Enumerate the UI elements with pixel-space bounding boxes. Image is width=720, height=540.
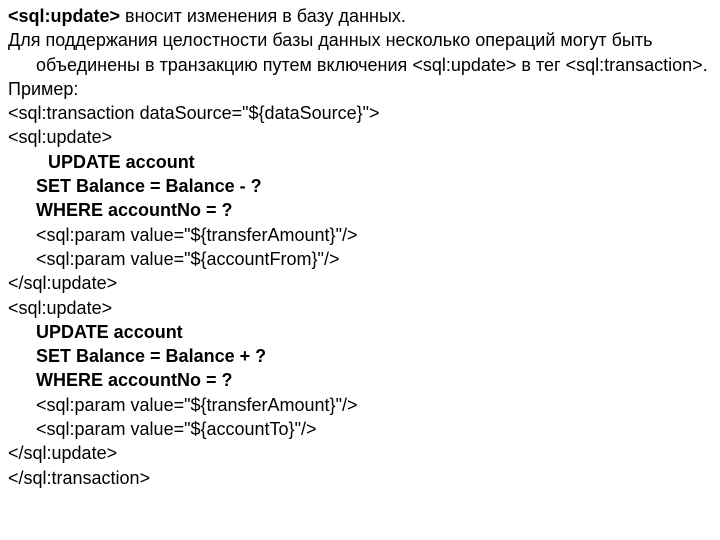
sql-update-inline: <sql:update> [412,55,516,75]
intro-line-1: <sql:update> вносит изменения в базу дан… [8,4,712,28]
sql-update-account-2: UPDATE account [36,322,183,342]
code-update1-line2: SET Balance = Balance - ? [8,174,712,198]
sql-where-2: WHERE accountNo = ? [36,370,233,390]
code-update2-line3: WHERE accountNo = ? [8,368,712,392]
code-update-open-1: <sql:update> [8,125,712,149]
code-update1-line3: WHERE accountNo = ? [8,198,712,222]
intro-text-2c: в тег [516,55,565,75]
intro-text-1: вносит изменения в базу данных. [120,6,406,26]
code-update2-line1: UPDATE account [8,320,712,344]
code-update-open-2: <sql:update> [8,296,712,320]
code-transaction-close: </sql:transaction> [8,466,712,490]
sql-set-plus: SET Balance = Balance + ? [36,346,266,366]
sql-update-tag: <sql:update> [8,6,120,26]
intro-line-2: Для поддержания целостности базы данных … [8,28,712,77]
code-update1-line1: UPDATE account [8,150,712,174]
code-param-amount-2: <sql:param value="${transferAmount}"/> [8,393,712,417]
code-update2-line2: SET Balance = Balance + ? [8,344,712,368]
code-update-close-1: </sql:update> [8,271,712,295]
sql-set-minus: SET Balance = Balance - ? [36,176,262,196]
code-param-amount-1: <sql:param value="${transferAmount}"/> [8,223,712,247]
code-update-close-2: </sql:update> [8,441,712,465]
intro-text-2e: . [703,55,708,75]
sql-where-1: WHERE accountNo = ? [36,200,233,220]
slide-content: <sql:update> вносит изменения в базу дан… [0,0,720,498]
code-transaction-open: <sql:transaction dataSource="${dataSourc… [8,101,712,125]
sql-update-account-1: UPDATE account [48,152,195,172]
sql-transaction-inline: <sql:transaction> [566,55,703,75]
code-param-to: <sql:param value="${accountTo}"/> [8,417,712,441]
example-label: Пример: [8,77,712,101]
code-param-from: <sql:param value="${accountFrom}"/> [8,247,712,271]
